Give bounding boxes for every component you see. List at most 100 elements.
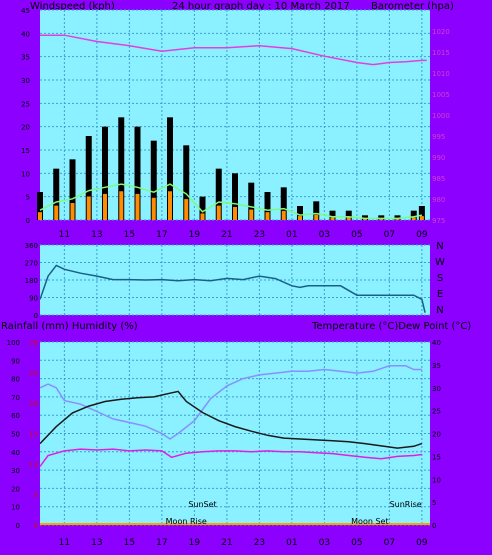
wind-x-tick: 09	[416, 230, 428, 240]
wind-y-tick: 20	[21, 124, 30, 132]
gust-bar	[411, 217, 416, 220]
temp-y-tick: 35	[432, 362, 441, 370]
compass-label: S	[437, 273, 443, 284]
temp-x-tick: 13	[91, 538, 102, 548]
gust-bar	[298, 216, 302, 220]
temp-x-tick: 05	[351, 538, 362, 548]
wind-x-tick: 19	[189, 230, 201, 240]
temp-x-tick: 09	[416, 538, 428, 548]
rain-y-tick: 5	[34, 492, 38, 500]
temp-y-tick: 30	[432, 385, 441, 393]
rain-y-tick: 30	[29, 339, 38, 347]
baro-y-tick: 1005	[432, 91, 450, 99]
temp-y-tick: 40	[432, 339, 441, 347]
humidity-y-tick: 0	[16, 522, 20, 530]
direction-y-tick: 180	[25, 277, 38, 285]
direction-y-tick: 270	[25, 260, 38, 268]
gust-bar	[200, 213, 205, 220]
moonset-label: Moon Set	[351, 517, 388, 526]
baro-y-tick: 985	[432, 175, 445, 183]
humidity-y-tick: 80	[11, 376, 20, 384]
wind-x-tick: 23	[254, 230, 265, 240]
baro-y-tick: 1000	[432, 112, 450, 120]
baro-y-tick: 1010	[432, 70, 450, 78]
gust-bar	[281, 210, 286, 220]
gust-bar	[265, 212, 270, 220]
gust-bar	[216, 205, 221, 220]
compass-label: N	[436, 305, 443, 316]
compass-label: W	[435, 257, 445, 268]
humidity-y-tick: 30	[11, 467, 20, 475]
baro-y-tick: 1015	[432, 49, 450, 57]
wind-y-tick: 0	[26, 217, 30, 225]
gust-bar	[233, 206, 237, 220]
wind-x-tick: 05	[351, 230, 362, 240]
gust-bar	[249, 209, 254, 220]
sunset-label: SunSet	[188, 500, 216, 509]
wind-y-tick: 10	[21, 170, 30, 178]
temp-y-tick: 20	[432, 431, 441, 439]
temp-y-tick: 5	[432, 499, 436, 507]
gust-bar	[86, 196, 91, 220]
humidity-y-tick: 40	[11, 449, 20, 457]
weather-graph-panel: Windspeed (kph) 24 hour graph day : 10 M…	[0, 0, 492, 555]
wind-y-tick: 35	[21, 54, 30, 62]
temp-y-tick: 15	[432, 453, 441, 461]
wind-y-tick: 40	[21, 30, 30, 38]
gust-bar	[38, 212, 42, 220]
rain-y-tick: 15	[29, 431, 38, 439]
gust-bar	[184, 199, 189, 220]
wind-x-tick: 03	[319, 230, 330, 240]
humidity-y-tick: 60	[11, 412, 20, 420]
baro-y-tick: 1020	[432, 28, 450, 36]
temp-x-tick: 03	[319, 538, 330, 548]
gust-bar	[70, 203, 75, 220]
humidity-y-tick: 70	[11, 394, 20, 402]
wind-x-tick: 21	[221, 230, 232, 240]
chart-canvas: 0510152025303540459759809859909951000100…	[7, 7, 450, 548]
rain-y-tick: 0	[34, 522, 38, 530]
baro-y-tick: 990	[432, 154, 445, 162]
rain-y-tick: 25	[29, 370, 38, 378]
gust-bar	[119, 191, 124, 220]
rain-y-tick: 20	[29, 400, 38, 408]
gust-bar	[346, 217, 351, 220]
temp-x-tick: 23	[254, 538, 265, 548]
baro-y-tick: 975	[432, 217, 445, 225]
wind-y-tick: 15	[21, 147, 30, 155]
wind-x-tick: 07	[384, 230, 395, 240]
gust-bar	[314, 214, 319, 220]
gust-bar	[135, 193, 140, 220]
wind-x-tick: 01	[286, 230, 297, 240]
humidity-y-tick: 90	[11, 357, 20, 365]
gust-bar	[151, 197, 156, 220]
temp-x-tick: 21	[221, 538, 232, 548]
gust-bar	[419, 216, 424, 220]
temp-y-tick: 25	[432, 408, 441, 416]
temp-x-tick: 07	[384, 538, 395, 548]
temp-x-tick: 01	[286, 538, 297, 548]
temp-x-tick: 17	[156, 538, 167, 548]
temp-x-tick: 15	[124, 538, 135, 548]
temp-x-tick: 11	[59, 538, 70, 548]
direction-y-tick: 0	[34, 312, 38, 320]
moonrise-label: Moon Rise	[166, 517, 207, 526]
baro-y-tick: 995	[432, 133, 445, 141]
gust-bar	[54, 205, 59, 220]
wind-y-tick: 30	[21, 77, 30, 85]
temp-y-tick: 10	[432, 476, 441, 484]
direction-y-tick: 90	[29, 295, 38, 303]
direction-plot-area	[40, 245, 430, 315]
wind-y-tick: 5	[26, 194, 30, 202]
temp-plot-area	[40, 342, 430, 525]
rain-y-tick: 10	[29, 461, 38, 469]
gust-bar	[103, 193, 107, 220]
humidity-y-tick: 100	[7, 339, 20, 347]
humidity-y-tick: 20	[11, 485, 20, 493]
wind-x-tick: 11	[59, 230, 70, 240]
gust-bar	[330, 217, 335, 220]
wind-y-tick: 25	[21, 100, 30, 108]
wind-y-tick: 45	[21, 7, 30, 15]
gust-bar	[168, 191, 172, 220]
wind-x-tick: 17	[156, 230, 167, 240]
